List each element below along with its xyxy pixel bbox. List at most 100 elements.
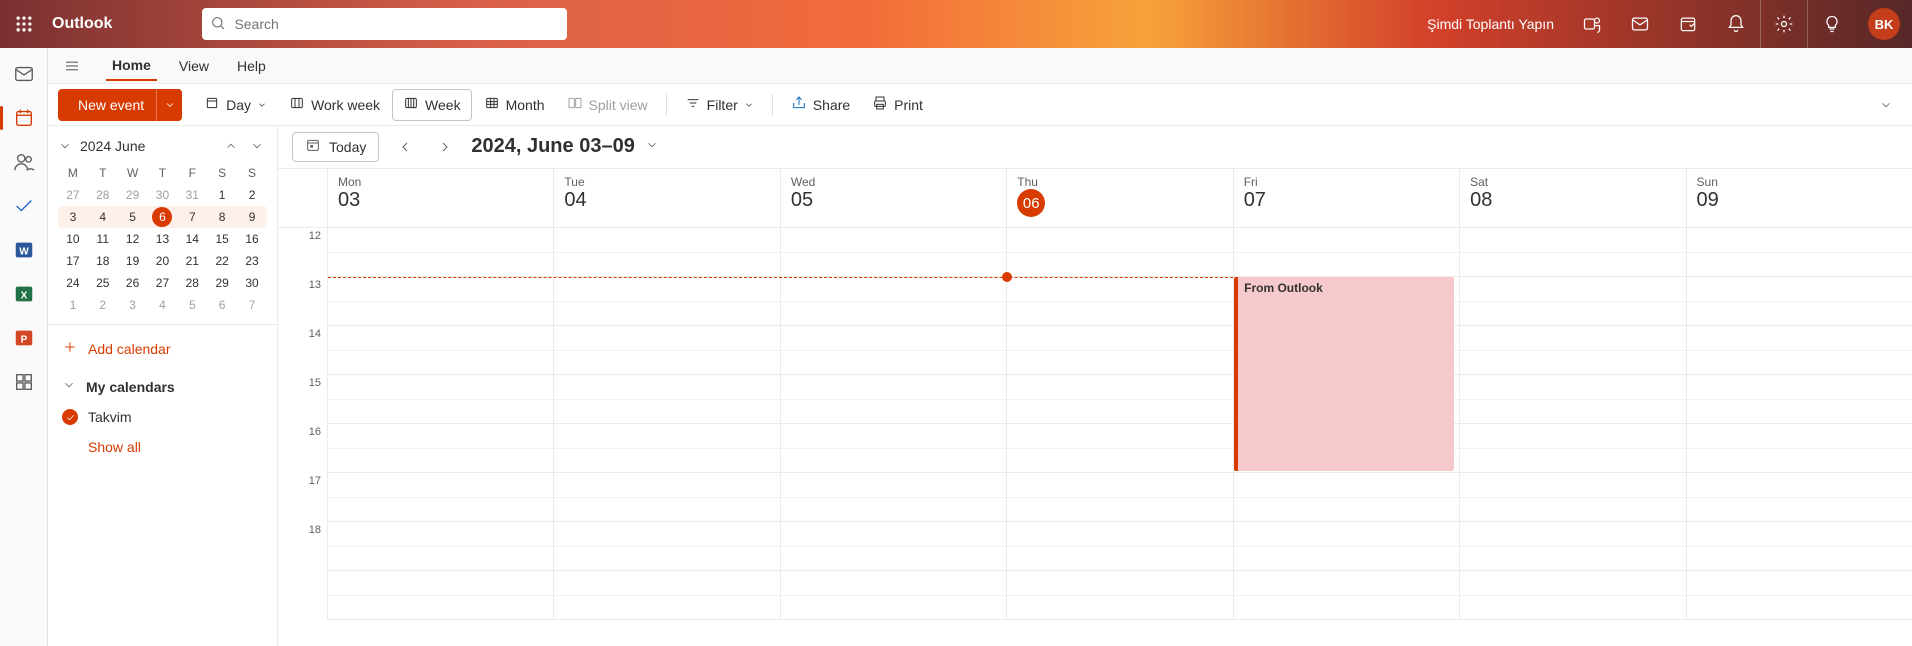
mini-cal-day[interactable]: 12 bbox=[118, 228, 148, 250]
time-slot[interactable] bbox=[554, 522, 780, 571]
time-slot[interactable] bbox=[328, 228, 554, 277]
time-slot[interactable] bbox=[1460, 277, 1686, 326]
day-header[interactable]: Sun09 bbox=[1687, 169, 1912, 227]
mini-cal-day[interactable]: 29 bbox=[207, 272, 237, 294]
mini-cal-day[interactable]: 14 bbox=[177, 228, 207, 250]
mini-cal-day[interactable]: 2 bbox=[237, 184, 267, 206]
mini-cal-day[interactable]: 25 bbox=[88, 272, 118, 294]
time-slot[interactable] bbox=[1007, 522, 1233, 571]
time-slot[interactable] bbox=[1234, 473, 1460, 522]
prev-week-button[interactable] bbox=[391, 133, 419, 161]
time-slot[interactable] bbox=[554, 424, 780, 473]
print-button[interactable]: Print bbox=[862, 89, 933, 121]
time-slot[interactable] bbox=[1460, 326, 1686, 375]
mini-cal-day[interactable]: 5 bbox=[177, 294, 207, 316]
rail-people[interactable] bbox=[4, 142, 44, 182]
mini-cal-day[interactable]: 2 bbox=[88, 294, 118, 316]
view-day-button[interactable]: Day bbox=[194, 89, 277, 121]
time-slot[interactable] bbox=[781, 424, 1007, 473]
my-day-icon[interactable] bbox=[1664, 0, 1712, 48]
time-slot[interactable] bbox=[781, 522, 1007, 571]
time-slot[interactable] bbox=[1687, 228, 1912, 277]
mini-cal-day[interactable]: 11 bbox=[88, 228, 118, 250]
rail-more-apps[interactable] bbox=[4, 362, 44, 402]
mini-cal-day[interactable]: 24 bbox=[58, 272, 88, 294]
mini-cal-day[interactable]: 3 bbox=[118, 294, 148, 316]
calendar-item-takvim[interactable]: Takvim bbox=[58, 403, 267, 431]
rail-mail[interactable] bbox=[4, 54, 44, 94]
mini-cal-day[interactable]: 18 bbox=[88, 250, 118, 272]
mini-cal-day[interactable]: 10 bbox=[58, 228, 88, 250]
mini-cal-collapse[interactable] bbox=[58, 139, 72, 153]
time-slot[interactable] bbox=[1460, 375, 1686, 424]
time-slot[interactable] bbox=[1007, 424, 1233, 473]
tips-icon[interactable] bbox=[1808, 0, 1856, 48]
mini-cal-day[interactable]: 4 bbox=[88, 206, 118, 228]
new-event-dropdown[interactable] bbox=[156, 89, 182, 121]
mini-cal-day[interactable]: 7 bbox=[237, 294, 267, 316]
mini-cal-day[interactable]: 1 bbox=[207, 184, 237, 206]
mini-cal-day[interactable]: 30 bbox=[148, 184, 178, 206]
day-header[interactable]: Sat08 bbox=[1460, 169, 1686, 227]
time-slot[interactable] bbox=[328, 522, 554, 571]
time-slot[interactable] bbox=[781, 571, 1007, 620]
mini-cal-day[interactable]: 20 bbox=[148, 250, 178, 272]
mini-cal-day[interactable]: 28 bbox=[177, 272, 207, 294]
time-slot[interactable] bbox=[1687, 424, 1912, 473]
mini-cal-day[interactable]: 1 bbox=[58, 294, 88, 316]
time-slot[interactable] bbox=[1460, 473, 1686, 522]
time-slot[interactable] bbox=[781, 375, 1007, 424]
mini-cal-next[interactable] bbox=[247, 136, 267, 156]
time-slot[interactable] bbox=[781, 473, 1007, 522]
time-slot[interactable] bbox=[1687, 473, 1912, 522]
mini-cal-day[interactable]: 31 bbox=[177, 184, 207, 206]
time-slot[interactable] bbox=[328, 277, 554, 326]
time-slot[interactable] bbox=[328, 571, 554, 620]
mini-cal-day[interactable]: 23 bbox=[237, 250, 267, 272]
time-slot[interactable] bbox=[1687, 571, 1912, 620]
mini-cal-day[interactable]: 5 bbox=[118, 206, 148, 228]
time-slot[interactable] bbox=[554, 228, 780, 277]
time-slot[interactable] bbox=[1007, 228, 1233, 277]
mini-cal-day[interactable]: 30 bbox=[237, 272, 267, 294]
app-launcher-icon[interactable] bbox=[0, 0, 48, 48]
calendar-event[interactable]: From Outlook bbox=[1234, 277, 1454, 471]
view-work-week-button[interactable]: Work week bbox=[279, 89, 390, 121]
day-header[interactable]: Mon03 bbox=[328, 169, 554, 227]
time-slot[interactable] bbox=[554, 473, 780, 522]
time-slot[interactable] bbox=[781, 228, 1007, 277]
mini-cal-day[interactable]: 27 bbox=[148, 272, 178, 294]
notifications-icon[interactable] bbox=[1712, 0, 1760, 48]
mini-cal-day[interactable]: 15 bbox=[207, 228, 237, 250]
mini-cal-day[interactable]: 19 bbox=[118, 250, 148, 272]
mini-cal-day[interactable]: 21 bbox=[177, 250, 207, 272]
time-slot[interactable] bbox=[1460, 571, 1686, 620]
day-header[interactable]: Tue04 bbox=[554, 169, 780, 227]
nav-toggle-button[interactable] bbox=[54, 48, 90, 84]
view-week-button[interactable]: Week bbox=[392, 89, 472, 121]
mini-cal-day[interactable]: 6 bbox=[148, 206, 178, 228]
time-slot[interactable] bbox=[1687, 522, 1912, 571]
time-slot[interactable] bbox=[328, 473, 554, 522]
rail-todo[interactable] bbox=[4, 186, 44, 226]
rail-excel[interactable]: X bbox=[4, 274, 44, 314]
mini-cal-prev[interactable] bbox=[221, 136, 241, 156]
time-slot[interactable] bbox=[554, 277, 780, 326]
filter-button[interactable]: Filter bbox=[675, 89, 764, 121]
tab-help[interactable]: Help bbox=[231, 52, 272, 80]
mini-cal-day[interactable]: 6 bbox=[207, 294, 237, 316]
mini-cal-day[interactable]: 29 bbox=[118, 184, 148, 206]
time-slot[interactable] bbox=[1007, 571, 1233, 620]
day-header[interactable]: Thu06 bbox=[1007, 169, 1233, 227]
calendar-grid[interactable]: 12131415161718From Outlook bbox=[278, 228, 1912, 646]
mini-cal-day[interactable]: 27 bbox=[58, 184, 88, 206]
time-slot[interactable] bbox=[328, 424, 554, 473]
today-button[interactable]: Today bbox=[292, 132, 379, 162]
time-slot[interactable] bbox=[554, 571, 780, 620]
time-slot[interactable] bbox=[1007, 375, 1233, 424]
tab-view[interactable]: View bbox=[173, 52, 215, 80]
time-slot[interactable] bbox=[1687, 277, 1912, 326]
time-slot[interactable] bbox=[781, 326, 1007, 375]
view-month-button[interactable]: Month bbox=[474, 89, 555, 121]
mini-calendar[interactable]: MTWTFSS 27282930311234567891011121314151… bbox=[58, 162, 267, 316]
